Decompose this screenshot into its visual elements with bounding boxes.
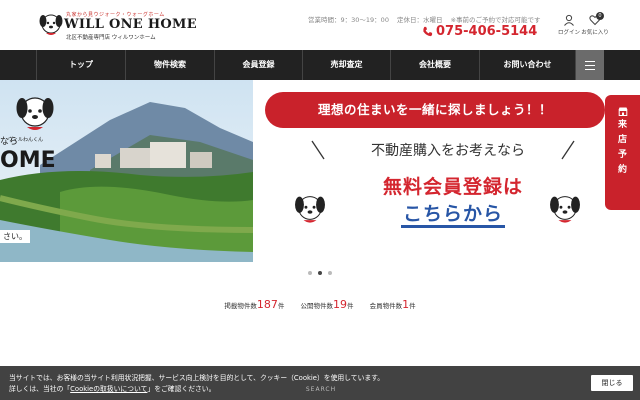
hero-consider-text: 不動産購入をお考えなら [371,143,525,159]
cookie-policy-link[interactable]: Cookieの取扱いについて [70,385,147,393]
hero-here-text: こちらから [400,203,505,228]
user-icon [564,14,574,26]
stat-public: 公開物件数19件 [301,298,354,311]
phone-link[interactable]: 075-406-5144 [422,24,537,39]
hero-left-text-big: OME [0,148,56,173]
phone-number: 075-406-5144 [436,24,538,39]
cookie-close-button[interactable]: 閉じる [591,375,633,391]
business-hours: 営業時間：9：30～19：00 定休日：水曜日 ※事前のご予約で対応可能です [308,14,547,24]
hours-text: 営業時間：9：30～19：00 [308,16,389,24]
nav-item-sale-appraisal[interactable]: 売却査定 [302,50,390,80]
slider-dot[interactable] [328,271,332,275]
site-header: 丸家から見ウジォーク・ウォーグホーム WILL ONE HOME 北区不動産専門… [0,0,640,50]
cookie-line-2-pre: 詳しくは、当社の「 [9,385,71,393]
stat-members-label: 会員物件数 [369,302,403,310]
search-section-label: SEARCH [305,386,337,393]
hero-here-link[interactable]: こちらから [323,199,583,228]
stat-listed-value: 187 [256,298,278,311]
stat-public-unit: 件 [347,302,354,310]
hero-signup-slide[interactable]: 理想の住まいを一緒に探しましょう！！ 不動産購入をお考えなら 無料会員登録は こ… [253,80,640,262]
hamburger-icon-line [585,69,595,70]
stat-public-label: 公開物件数 [300,302,334,310]
stat-members: 会員物件数1件 [370,298,416,311]
hamburger-menu-button[interactable] [576,50,604,80]
nav-item-contact[interactable]: お問い合わせ [479,50,576,80]
slider-dot-active[interactable] [318,271,322,275]
nav-item-member-registration[interactable]: 会員登録 [214,50,302,80]
reservation-note: ※事前のご予約で対応可能です [450,16,541,24]
visit-reservation-tab[interactable]: 来 店 予 約 [605,95,640,210]
site-logo[interactable]: 丸家から見ウジォーク・ウォーグホーム WILL ONE HOME 北区不動産専門… [38,10,197,42]
nav-item-property-search[interactable]: 物件検索 [125,50,214,80]
side-tab-char: 約 [617,165,627,175]
dog-mascot-icon [39,14,63,35]
favorites-count-badge: 0 [596,12,604,20]
side-tab-char: 店 [617,135,627,145]
stat-members-unit: 件 [409,302,416,310]
cookie-line-1: 当サイトでは、お客様の当サイト利用状況把握、サービス向上検討を目的として、クッキ… [9,374,385,382]
stat-listed-label: 掲載物件数 [224,302,257,310]
logo-subtitle: 北区不動産専門店 ウィルワンホーム [66,35,156,41]
favorites-label: お気に入り [581,30,609,36]
hamburger-icon [585,61,595,62]
dog-mascot-icon [295,196,325,223]
nav-item-company[interactable]: 会社概要 [390,50,479,80]
phone-icon [423,26,433,37]
logo-wordmark: WILL ONE HOME [64,17,197,32]
hero-slide-image[interactable]: なら OME さい。 ウィルわんくん [0,80,253,262]
main-navigation: トップ 物件検索 会員登録 売却査定 会社概要 お問い合わせ [0,50,640,80]
cookie-line-2-post: 」をご確認ください。 [147,385,216,393]
stat-listed: 掲載物件数187件 [224,298,284,311]
favorites-button[interactable]: 0 お気に入り [580,12,610,36]
hero-left-text-bottom: さい。 [0,230,30,243]
stat-public-value: 19 [333,298,347,311]
side-tab-char: 来 [617,120,627,130]
hamburger-icon-line [585,65,595,66]
stat-listed-unit: 件 [277,302,285,310]
cookie-consent-bar: 当サイトでは、お客様の当サイト利用状況把握、サービス向上検討を目的として、クッキ… [0,366,640,400]
holiday-text: 定休日：水曜日 [397,16,443,24]
hero-banner: 理想の住まいを一緒に探しましょう！！ [265,92,605,128]
nav-item-top[interactable]: トップ [36,50,125,80]
side-tab-char: 予 [617,150,627,160]
mascot-label: ウィルわんくん [8,137,44,143]
slider-dot[interactable] [308,271,312,275]
hero-free-signup-text: 無料会員登録は [382,176,523,198]
login-label: ログイン [557,30,580,36]
dog-mascot-icon [16,97,54,130]
dog-mascot-icon [550,196,580,223]
property-stats: 掲載物件数187件 公開物件数19件 会員物件数1件 [0,298,640,311]
store-icon [618,107,627,116]
